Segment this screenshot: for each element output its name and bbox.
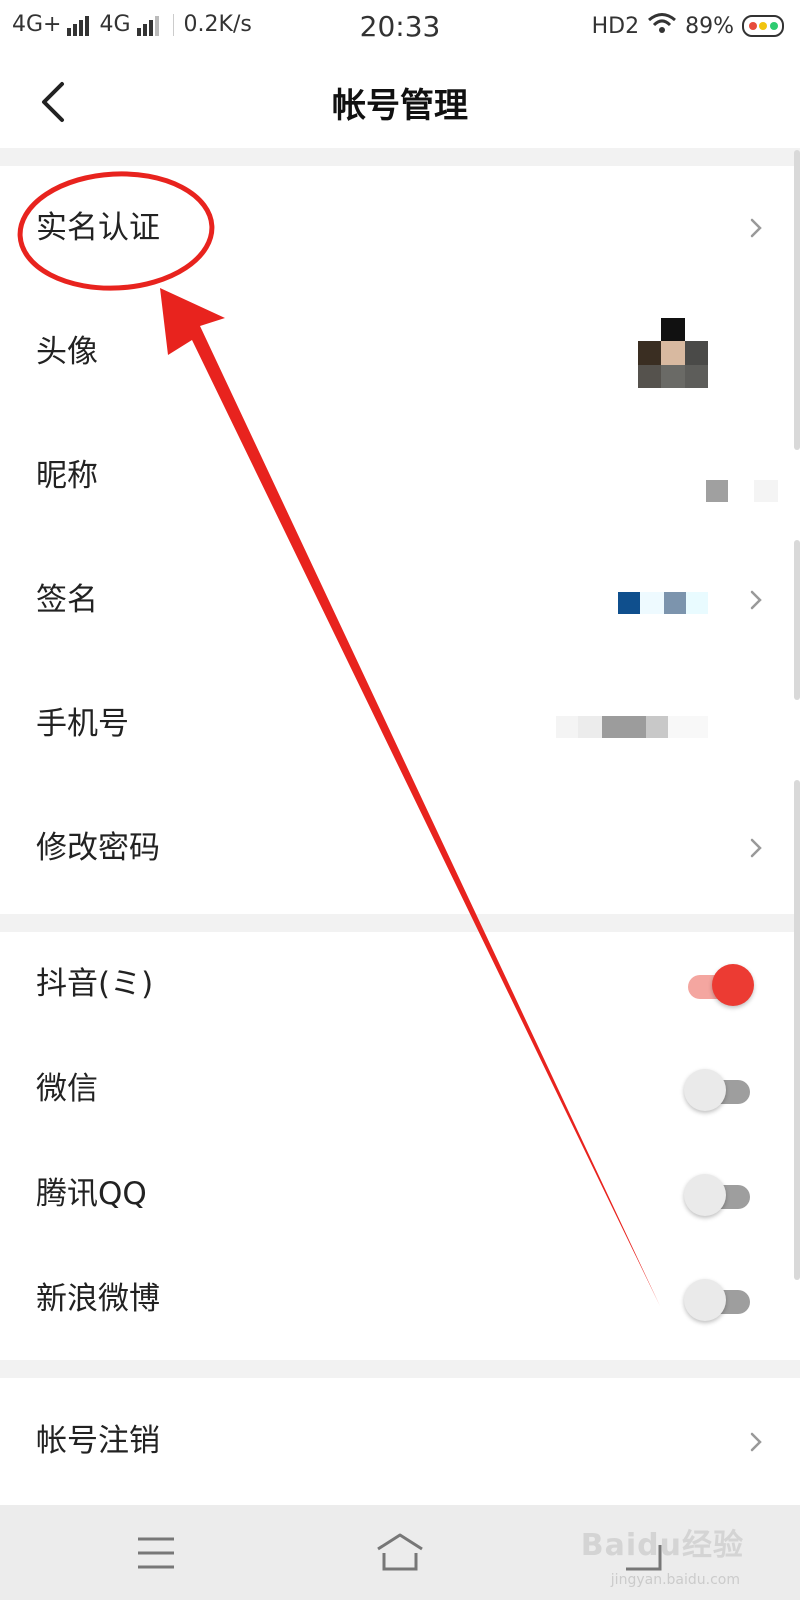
menu-button[interactable] bbox=[126, 1525, 186, 1581]
chevron-right-icon bbox=[746, 216, 766, 240]
social-binding-section: 抖音(ミ) 微信 腾讯QQ 新浪微博 bbox=[0, 932, 800, 1360]
row-phone-number[interactable]: 手机号 bbox=[0, 662, 800, 786]
phone-value-blurred bbox=[556, 716, 708, 738]
row-qq: 腾讯QQ bbox=[0, 1142, 800, 1247]
avatar bbox=[638, 318, 708, 388]
account-section: 帐号注销 bbox=[0, 1378, 800, 1505]
wifi-icon bbox=[647, 12, 677, 40]
chevron-right-icon bbox=[746, 588, 766, 612]
weibo-toggle[interactable] bbox=[684, 1278, 754, 1322]
battery-icon bbox=[742, 15, 784, 37]
home-icon bbox=[377, 1533, 423, 1571]
chevron-right-icon bbox=[746, 1430, 766, 1454]
social-label: 腾讯QQ bbox=[36, 1176, 147, 1212]
row-change-password[interactable]: 修改密码 bbox=[0, 786, 800, 910]
row-label: 帐号注销 bbox=[36, 1423, 160, 1459]
watermark: Baidu经验 bbox=[580, 1528, 744, 1563]
social-label: 微信 bbox=[36, 1071, 98, 1107]
social-label: 新浪微博 bbox=[36, 1281, 160, 1317]
row-label: 手机号 bbox=[36, 706, 129, 742]
row-label: 实名认证 bbox=[36, 210, 160, 246]
row-label: 昵称 bbox=[36, 458, 98, 494]
douyin-toggle[interactable] bbox=[684, 963, 754, 1007]
watermark-url: jingyan.baidu.com bbox=[610, 1572, 740, 1588]
app-header: 帐号管理 bbox=[0, 56, 800, 148]
hd-indicator: HD2 bbox=[591, 13, 640, 39]
status-bar: 4G+ 4G 0.2K/s 20:33 HD2 89% bbox=[0, 0, 800, 56]
home-button[interactable] bbox=[370, 1525, 430, 1581]
social-label: 抖音(ミ) bbox=[36, 966, 154, 1002]
chevron-right-icon bbox=[746, 836, 766, 860]
profile-section: 实名认证 头像 昵称 签名 手机号 修改密码 bbox=[0, 166, 800, 914]
scrollbar-segment bbox=[794, 540, 800, 700]
signature-value-blurred bbox=[618, 592, 708, 614]
scrollbar[interactable] bbox=[794, 150, 800, 450]
qq-toggle[interactable] bbox=[684, 1173, 754, 1217]
row-avatar[interactable]: 头像 bbox=[0, 290, 800, 414]
row-label: 修改密码 bbox=[36, 830, 160, 866]
nickname-value-blurred bbox=[706, 480, 778, 502]
page-title: 帐号管理 bbox=[332, 86, 468, 126]
row-signature[interactable]: 签名 bbox=[0, 538, 800, 662]
row-weibo: 新浪微博 bbox=[0, 1247, 800, 1352]
scrollbar-segment bbox=[794, 780, 800, 1280]
row-label: 头像 bbox=[36, 334, 98, 370]
row-label: 签名 bbox=[36, 582, 98, 618]
system-nav-bar: Baidu经验 jingyan.baidu.com bbox=[0, 1505, 800, 1600]
wechat-toggle[interactable] bbox=[684, 1068, 754, 1112]
row-real-name-verification[interactable]: 实名认证 bbox=[0, 166, 800, 290]
row-douyin: 抖音(ミ) bbox=[0, 932, 800, 1037]
status-right: HD2 89% bbox=[592, 12, 784, 40]
row-nickname[interactable]: 昵称 bbox=[0, 414, 800, 538]
row-account-cancellation[interactable]: 帐号注销 bbox=[0, 1378, 800, 1505]
battery-percent: 89% bbox=[685, 13, 734, 39]
menu-icon bbox=[138, 1537, 174, 1569]
row-wechat: 微信 bbox=[0, 1037, 800, 1142]
